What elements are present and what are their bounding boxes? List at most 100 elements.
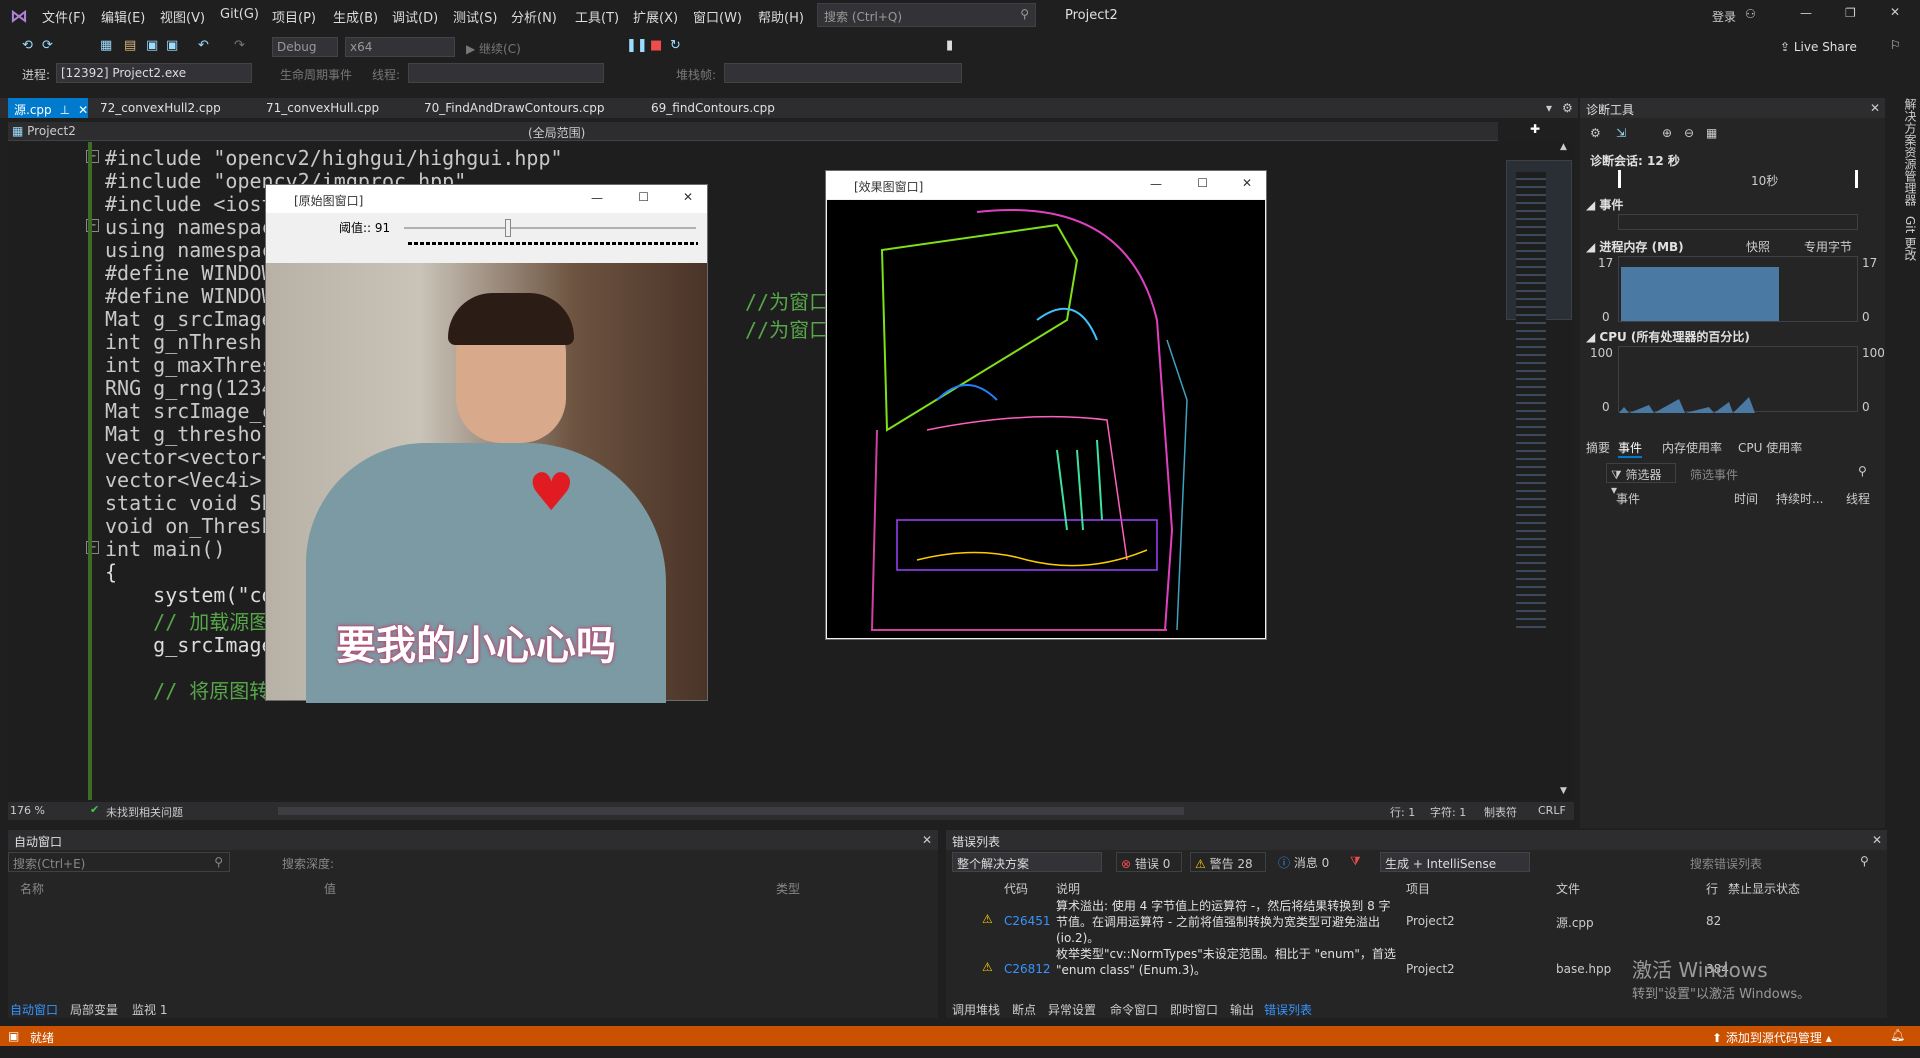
- col-value[interactable]: 值: [324, 880, 336, 897]
- restore-button[interactable]: ❐: [1845, 6, 1856, 20]
- split-icon[interactable]: ✚: [1530, 122, 1540, 136]
- code-editor[interactable]: #include "opencv2/highgui/highgui.hpp" − #…: [8, 142, 1498, 800]
- tab-call-stack[interactable]: 调用堆栈: [952, 1001, 1000, 1018]
- platform-dropdown[interactable]: x64: [345, 37, 455, 57]
- warning-code-link[interactable]: C26812: [1004, 962, 1051, 976]
- panel-close-icon[interactable]: ✕: [922, 833, 932, 847]
- tab-findanddrawcontours[interactable]: 70_FindAndDrawContours.cpp: [418, 98, 610, 118]
- lifecycle-label[interactable]: 生命周期事件: [280, 66, 352, 83]
- nav-scope-dropdown[interactable]: (全局范围): [528, 124, 585, 141]
- search-icon[interactable]: ⚲: [1860, 854, 1869, 868]
- window-close-button[interactable]: ✕: [683, 190, 693, 204]
- timeline-ruler[interactable]: 10秒: [1618, 170, 1858, 188]
- feedback-icon[interactable]: ⚐: [1890, 38, 1901, 52]
- tab-source-cpp[interactable]: 源.cpp ⊥ ✕: [8, 98, 88, 118]
- menu-item[interactable]: 文件(F): [42, 7, 86, 26]
- build-dropdown[interactable]: 生成 + IntelliSense: [1380, 852, 1530, 872]
- result-image-window[interactable]: [效果图窗口] — ☐ ✕: [825, 170, 1267, 640]
- scrollbar-map[interactable]: ▲ ▼: [1500, 142, 1574, 800]
- horizontal-scrollbar[interactable]: [278, 807, 1184, 815]
- tab-command-window[interactable]: 命令窗口: [1110, 1001, 1158, 1018]
- errors-filter-button[interactable]: ⊗ 错误 0: [1116, 852, 1182, 872]
- reset-zoom-icon[interactable]: ▦: [1706, 126, 1717, 140]
- col-description[interactable]: 说明: [1056, 880, 1080, 897]
- menu-item[interactable]: 视图(V): [160, 7, 205, 26]
- scroll-up-icon[interactable]: ▲: [1560, 142, 1567, 152]
- tab-cpu-usage[interactable]: CPU 使用率: [1738, 439, 1802, 456]
- tab-overflow-icon[interactable]: ▾: [1546, 101, 1552, 115]
- tab-error-list[interactable]: 错误列表: [1264, 1001, 1312, 1018]
- search-input[interactable]: 搜索 (Ctrl+Q) ⚲: [817, 3, 1036, 27]
- tab-output[interactable]: 输出: [1230, 1001, 1254, 1018]
- tab-convexhull[interactable]: 71_convexHull.cpp: [260, 98, 385, 118]
- clear-filter-icon[interactable]: ⧩: [1350, 854, 1361, 869]
- menu-item[interactable]: 测试(S): [453, 7, 497, 26]
- warning-code-link[interactable]: C26451: [1004, 914, 1051, 928]
- zoom-level[interactable]: 176 %: [10, 804, 45, 817]
- errors-search-input[interactable]: 搜索错误列表: [1690, 855, 1762, 872]
- window-minimize-button[interactable]: —: [591, 191, 603, 205]
- save-icon[interactable]: ▣: [146, 38, 158, 53]
- export-icon[interactable]: ⇲: [1616, 126, 1626, 140]
- redo-icon[interactable]: ↷: [234, 38, 245, 53]
- col-suppression[interactable]: 禁止显示状态: [1728, 880, 1800, 897]
- tab-summary[interactable]: 摘要: [1586, 439, 1610, 456]
- notification-icon[interactable]: 🔔︎: [1890, 1028, 1905, 1042]
- search-icon[interactable]: ⚲: [1858, 464, 1867, 478]
- warnings-filter-button[interactable]: ⚠ 警告 28: [1190, 852, 1266, 872]
- col-duration[interactable]: 持续时...: [1776, 490, 1823, 507]
- panel-close-icon[interactable]: ✕: [1870, 101, 1880, 115]
- tab-autos[interactable]: 自动窗口: [10, 1001, 58, 1018]
- eol-mode[interactable]: CRLF: [1538, 804, 1566, 817]
- settings-icon[interactable]: ⚙: [1590, 126, 1601, 140]
- back-icon[interactable]: ⟲: [22, 38, 33, 53]
- user-icon[interactable]: ⚇: [1745, 7, 1756, 21]
- close-button[interactable]: ✕: [1890, 5, 1900, 19]
- threshold-track[interactable]: [404, 227, 696, 229]
- filter-button[interactable]: ⧩ 筛选器 ▾: [1606, 463, 1676, 497]
- new-project-icon[interactable]: ▦: [100, 38, 112, 53]
- window-close-button[interactable]: ✕: [1242, 176, 1252, 190]
- login-button[interactable]: 登录: [1712, 8, 1736, 25]
- scope-dropdown[interactable]: 整个解决方案: [952, 852, 1102, 872]
- minimize-button[interactable]: —: [1800, 6, 1812, 20]
- panel-close-icon[interactable]: ✕: [1872, 833, 1882, 847]
- col-line[interactable]: 行: [1706, 880, 1718, 897]
- open-icon[interactable]: ▤: [124, 38, 136, 53]
- thread-dropdown[interactable]: [408, 63, 604, 83]
- tab-convexhull2[interactable]: 72_convexHull2.cpp: [94, 98, 227, 118]
- restart-icon[interactable]: ↻: [670, 38, 681, 53]
- zoom-out-icon[interactable]: ⊖: [1684, 126, 1694, 140]
- col-file[interactable]: 文件: [1556, 880, 1580, 897]
- side-tab-solution-explorer[interactable]: 解决方案资源管理器: [1902, 98, 1919, 206]
- menu-item[interactable]: 扩展(X): [633, 7, 678, 26]
- stackframe-dropdown[interactable]: [724, 63, 962, 83]
- menu-item[interactable]: 分析(N): [511, 7, 557, 26]
- undo-icon[interactable]: ↶: [198, 38, 209, 53]
- continue-button[interactable]: ▶ 继续(C): [466, 40, 521, 57]
- config-dropdown[interactable]: Debug: [272, 37, 338, 57]
- tab-findcontours[interactable]: 69_findContours.cpp: [645, 98, 781, 118]
- pause-icon[interactable]: ❚❚: [626, 38, 648, 53]
- menu-item[interactable]: 帮助(H): [758, 7, 804, 26]
- messages-filter-button[interactable]: ⓘ 消息 0: [1274, 852, 1340, 872]
- process-dropdown[interactable]: [12392] Project2.exe: [56, 63, 252, 83]
- bookmark-icon[interactable]: ▮: [946, 38, 953, 53]
- tab-exception-settings[interactable]: 异常设置: [1048, 1001, 1096, 1018]
- col-type[interactable]: 类型: [776, 880, 800, 897]
- forward-icon[interactable]: ⟳: [42, 38, 53, 53]
- filter-events-input[interactable]: 筛选事件: [1690, 466, 1738, 483]
- cpu-section[interactable]: ◢ CPU (所有处理器的百分比): [1586, 328, 1750, 345]
- original-image-window[interactable]: [原始图窗口] — ☐ ✕ 阈值:: 91 ♥ 要我的小心心吗: [265, 184, 708, 703]
- tab-memory-usage[interactable]: 内存使用率: [1662, 439, 1722, 456]
- tab-locals[interactable]: 局部变量: [70, 1001, 118, 1018]
- menu-item[interactable]: 生成(B): [333, 7, 378, 26]
- settings-icon[interactable]: ⚙: [1562, 101, 1573, 115]
- tab-watch1[interactable]: 监视 1: [132, 1001, 167, 1018]
- live-share-button[interactable]: ⇪ Live Share: [1780, 40, 1857, 54]
- pin-icon[interactable]: ⊥: [60, 103, 70, 117]
- tab-immediate-window[interactable]: 即时窗口: [1170, 1001, 1218, 1018]
- window-minimize-button[interactable]: —: [1150, 177, 1162, 191]
- nav-project-dropdown[interactable]: ▦ Project2: [12, 124, 76, 138]
- table-row[interactable]: ⚠ C26451 算术溢出: 使用 4 字节值上的运算符 -，然后将结果转换到 …: [946, 898, 1870, 945]
